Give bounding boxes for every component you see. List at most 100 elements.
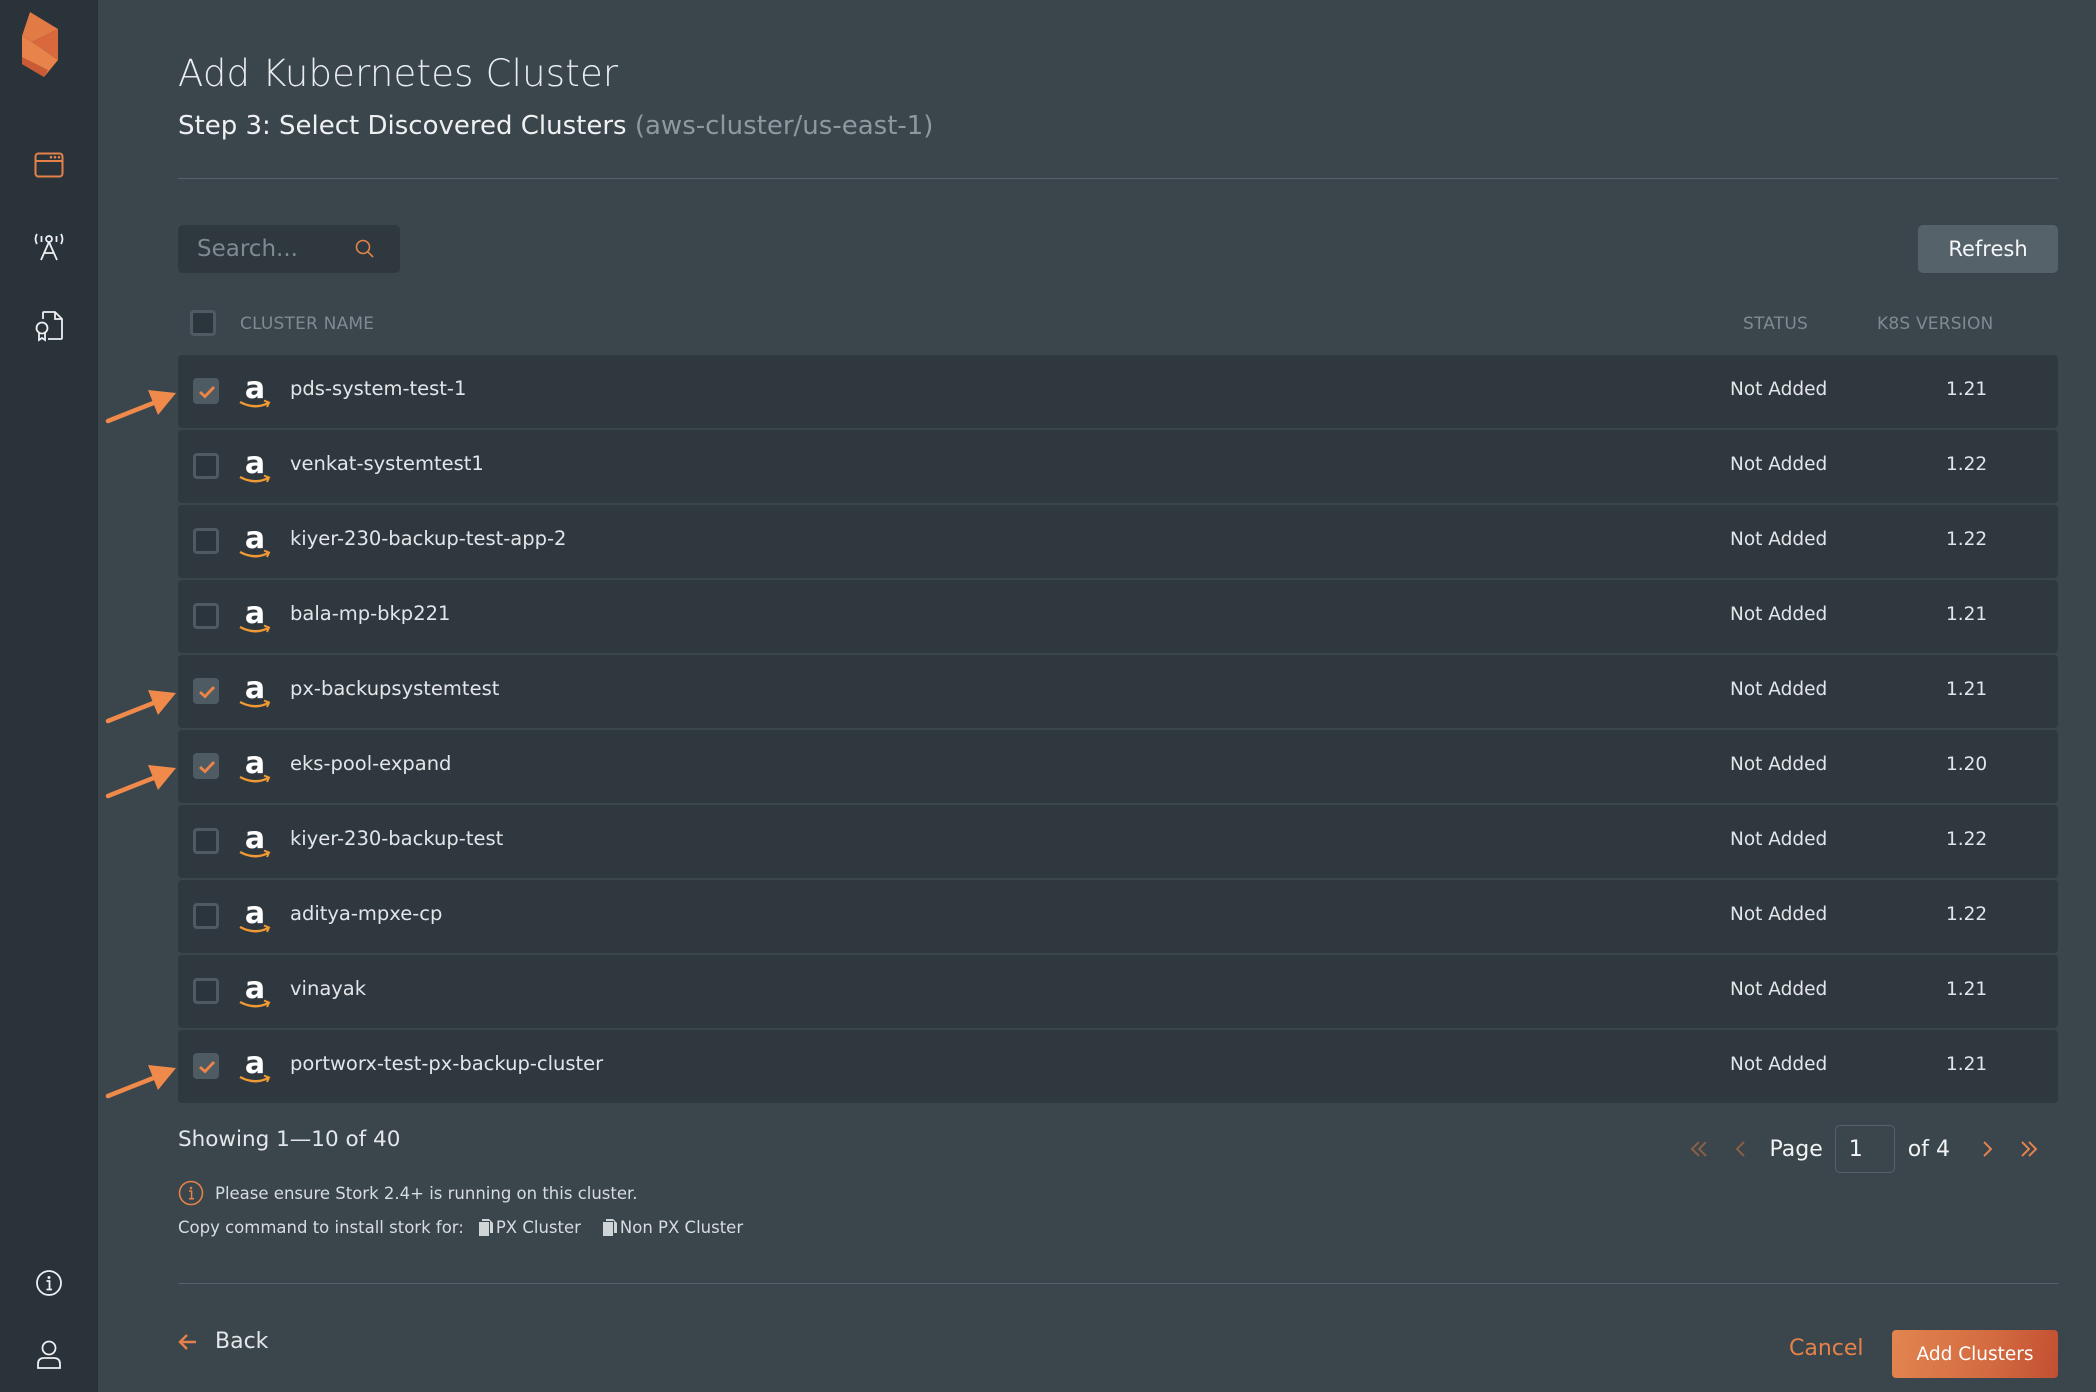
annotation-arrow <box>104 685 180 725</box>
table-row[interactable]: a aditya-mpxe-cp Not Added 1.22 <box>178 880 2058 953</box>
table-row[interactable]: a kiyer-230-backup-test-app-2 Not Added 1.2… <box>178 505 2058 578</box>
showing-count: Showing 1—10 of 40 <box>178 1127 401 1152</box>
cluster-name: bala-mp-bkp221 <box>290 602 451 625</box>
search-icon[interactable] <box>354 238 376 260</box>
cloud-account-region: (aws-cluster/us-east-1) <box>634 111 934 141</box>
header-divider <box>178 178 2058 179</box>
cluster-status: Not Added <box>1730 379 1828 400</box>
svg-text:a: a <box>245 898 265 931</box>
row-checkbox[interactable] <box>193 453 219 479</box>
portworx-logo[interactable] <box>22 12 64 80</box>
cluster-name: vinayak <box>290 977 367 1000</box>
table-row[interactable]: a eks-pool-expand Not Added 1.20 <box>178 730 2058 803</box>
first-page-button[interactable] <box>1684 1134 1714 1164</box>
chevron-right-icon <box>1983 1141 1993 1157</box>
svg-text:a: a <box>245 748 265 781</box>
cluster-name: aditya-mpxe-cp <box>290 902 443 925</box>
add-clusters-button[interactable]: Add Clusters <box>1892 1330 2058 1378</box>
previous-page-button[interactable] <box>1726 1134 1756 1164</box>
page-number-input[interactable] <box>1834 1125 1895 1173</box>
user-icon <box>36 1340 62 1374</box>
table-header: CLUSTER NAME STATUS K8S VERSION <box>178 306 2058 340</box>
info-circle-icon <box>178 1180 204 1206</box>
next-page-button[interactable] <box>1972 1134 2002 1164</box>
aws-icon: a <box>237 671 273 711</box>
copy-command-label: Copy command to install stork for: <box>178 1218 464 1237</box>
back-label: Back <box>215 1329 269 1354</box>
page-title: Add Kubernetes Cluster <box>178 52 619 95</box>
cluster-name: kiyer-230-backup-test <box>290 827 504 850</box>
row-checkbox[interactable] <box>193 978 219 1004</box>
copy-px-cluster-command[interactable]: PX Cluster <box>478 1218 581 1237</box>
page-label: Page <box>1769 1136 1823 1162</box>
refresh-button[interactable]: Refresh <box>1918 225 2058 273</box>
arrow-left-icon <box>178 1333 196 1350</box>
column-header-cluster-name[interactable]: CLUSTER NAME <box>240 314 374 334</box>
sidebar-item-licenses[interactable] <box>0 298 98 358</box>
aws-icon: a <box>237 896 273 936</box>
table-row[interactable]: a bala-mp-bkp221 Not Added 1.21 <box>178 580 2058 653</box>
chevron-left-icon <box>1735 1141 1745 1157</box>
row-checkbox[interactable] <box>193 1053 219 1079</box>
cluster-list: a pds-system-test-1 Not Added 1.21 a venkat-s… <box>178 355 2058 1105</box>
step-subtitle: Step 3: Select Discovered Clusters (aws-… <box>178 111 933 141</box>
table-row[interactable]: a portworx-test-px-backup-cluster Not Adde… <box>178 1030 2058 1103</box>
svg-text:a: a <box>245 673 265 706</box>
copy-non-px-cluster-command[interactable]: Non PX Cluster <box>602 1218 743 1237</box>
cluster-name: kiyer-230-backup-test-app-2 <box>290 527 567 550</box>
cancel-button[interactable]: Cancel <box>1789 1336 1864 1361</box>
cluster-status: Not Added <box>1730 529 1828 550</box>
aws-icon: a <box>237 746 273 786</box>
sidebar-item-applications[interactable] <box>0 137 98 197</box>
svg-text:a: a <box>245 823 265 856</box>
annotation-arrow <box>104 760 180 800</box>
table-row[interactable]: a vinayak Not Added 1.21 <box>178 955 2058 1028</box>
certificate-document-icon <box>34 310 64 346</box>
back-button[interactable]: Back <box>178 1329 268 1354</box>
row-checkbox[interactable] <box>193 603 219 629</box>
k8s-version: 1.22 <box>1946 904 1988 925</box>
cluster-name: pds-system-test-1 <box>290 377 467 400</box>
pagination: Page of 4 <box>1684 1125 2044 1173</box>
search-input[interactable] <box>197 236 347 262</box>
annotation-arrow <box>104 385 180 425</box>
aws-icon: a <box>237 521 273 561</box>
k8s-version: 1.21 <box>1946 679 1988 700</box>
aws-icon: a <box>237 971 273 1011</box>
k8s-version: 1.21 <box>1946 1054 1988 1075</box>
stork-notice: Please ensure Stork 2.4+ is running on t… <box>178 1180 638 1206</box>
row-checkbox[interactable] <box>193 378 219 404</box>
cluster-name: px-backupsystemtest <box>290 677 500 700</box>
row-checkbox[interactable] <box>193 528 219 554</box>
total-pages: of 4 <box>1907 1136 1950 1162</box>
svg-text:a: a <box>245 973 265 1006</box>
column-header-k8s-version[interactable]: K8S VERSION <box>1877 314 1993 334</box>
svg-text:a: a <box>245 598 265 631</box>
row-checkbox[interactable] <box>193 753 219 779</box>
cluster-status: Not Added <box>1730 454 1828 475</box>
aws-icon: a <box>237 596 273 636</box>
last-page-button[interactable] <box>2014 1134 2044 1164</box>
k8s-version: 1.21 <box>1946 979 1988 1000</box>
row-checkbox[interactable] <box>193 903 219 929</box>
sidebar-item-user[interactable] <box>0 1327 98 1387</box>
sidebar-item-info[interactable] <box>0 1255 98 1315</box>
column-header-status[interactable]: STATUS <box>1743 314 1808 334</box>
table-row[interactable]: a px-backupsystemtest Not Added 1.21 <box>178 655 2058 728</box>
footer-divider <box>178 1283 2058 1284</box>
step-label: Step 3: Select Discovered Clusters <box>178 111 627 141</box>
select-all-checkbox[interactable] <box>190 310 216 336</box>
cluster-status: Not Added <box>1730 979 1828 1000</box>
table-row[interactable]: a kiyer-230-backup-test Not Added 1.22 <box>178 805 2058 878</box>
table-row[interactable]: a venkat-systemtest1 Not Added 1.22 <box>178 430 2058 503</box>
sidebar-item-clusters[interactable] <box>0 218 98 278</box>
cluster-name: portworx-test-px-backup-cluster <box>290 1052 604 1075</box>
stork-notice-text: Please ensure Stork 2.4+ is running on t… <box>215 1183 638 1203</box>
info-circle-icon <box>35 1269 63 1301</box>
double-chevron-left-icon <box>1690 1141 1707 1157</box>
table-row[interactable]: a pds-system-test-1 Not Added 1.21 <box>178 355 2058 428</box>
row-checkbox[interactable] <box>193 828 219 854</box>
double-chevron-right-icon <box>2021 1141 2038 1157</box>
copy-stork-command: Copy command to install stork for: PX Cl… <box>178 1218 743 1237</box>
row-checkbox[interactable] <box>193 678 219 704</box>
